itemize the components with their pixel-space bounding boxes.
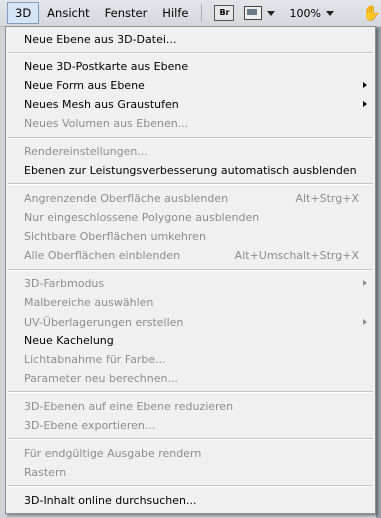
- menu-item-label: Sichtbare Oberflächen umkehren: [24, 230, 206, 243]
- bridge-button[interactable]: Br: [214, 5, 235, 21]
- menu-separator: [8, 52, 373, 54]
- toolbar-separator: [201, 4, 203, 22]
- menu-separator: [8, 183, 373, 185]
- screen-mode-icon[interactable]: [244, 6, 263, 20]
- hand-tool-icon[interactable]: ✋: [362, 4, 381, 22]
- menu-item-label: Lichtabnahme für Farbe...: [24, 353, 166, 366]
- menu-item-label: Nur eingeschlossene Polygone ausblenden: [24, 211, 260, 224]
- menu-item-3d-farbmodus[interactable]: 3D-Farbmodus: [6, 274, 375, 293]
- menu-item-label: Rastern: [24, 466, 67, 479]
- menu-item-label: Neue Ebene aus 3D-Datei...: [24, 33, 177, 46]
- menu-item-rastern[interactable]: Rastern: [6, 463, 375, 482]
- workspace-background: [376, 27, 381, 518]
- menu-item-label: Ebenen zur Leistungsverbesserung automat…: [24, 164, 357, 177]
- menu-item-malbereiche-auswaehlen[interactable]: Malbereiche auswählen: [6, 293, 375, 312]
- menu-item-label: 3D-Ebene exportieren...: [24, 419, 156, 432]
- menu-item-3d-inhalt-online-durchsuchen[interactable]: 3D-Inhalt online durchsuchen...: [6, 491, 375, 510]
- menu-item-uv-ueberlagerungen-erstellen[interactable]: UV-Überlagerungen erstellen: [6, 313, 375, 332]
- menu-item-3d-ebenen-reduzieren[interactable]: 3D-Ebenen auf eine Ebene reduzieren: [6, 397, 375, 416]
- menu-item-nur-eingeschlossene-polygone[interactable]: Nur eingeschlossene Polygone ausblenden: [6, 208, 375, 227]
- menu-item-alle-oberflaechen-einblenden[interactable]: Alle Oberflächen einblenden Alt+Umschalt+…: [6, 246, 375, 265]
- menu-item-label: Rendereinstellungen...: [24, 145, 148, 158]
- menu-item-sichtbare-oberflaechen-umkehren[interactable]: Sichtbare Oberflächen umkehren: [6, 227, 375, 246]
- menu-3d[interactable]: 3D: [7, 2, 40, 24]
- menu-ansicht[interactable]: Ansicht: [40, 2, 96, 24]
- menu-item-neues-volumen-aus-ebenen[interactable]: Neues Volumen aus Ebenen...: [6, 114, 375, 133]
- menu-item-shortcut: Alt+Umschalt+Strg+X: [234, 249, 359, 262]
- submenu-arrow-icon: [363, 319, 367, 325]
- menu-item-label: Für endgültige Ausgabe rendern: [24, 447, 202, 460]
- zoom-dropdown-icon[interactable]: [325, 10, 334, 16]
- menu-item-label: Parameter neu berechnen...: [24, 372, 178, 385]
- menu-item-label: Neues Volumen aus Ebenen...: [24, 117, 189, 130]
- menu-bar: 3D Ansicht Fenster Hilfe Br 100% ✋: [0, 0, 381, 27]
- menu-item-neue-form-aus-ebene[interactable]: Neue Form aus Ebene: [6, 76, 375, 95]
- menu-separator: [8, 137, 373, 139]
- menu-item-neue-3d-postkarte[interactable]: Neue 3D-Postkarte aus Ebene: [6, 57, 375, 76]
- menu-item-label: Neue 3D-Postkarte aus Ebene: [24, 60, 189, 73]
- zoom-level[interactable]: 100%: [289, 7, 320, 20]
- menu-separator: [8, 269, 373, 271]
- 3d-dropdown-menu: Neue Ebene aus 3D-Datei... Neue 3D-Postk…: [5, 26, 376, 514]
- menu-item-angrenzende-oberflaeche-ausblenden[interactable]: Angrenzende Oberfläche ausblenden Alt+Str…: [6, 189, 375, 208]
- menu-item-label: 3D-Ebenen auf eine Ebene reduzieren: [24, 400, 234, 413]
- menu-item-shortcut: Alt+Strg+X: [295, 192, 359, 205]
- menu-item-3d-ebene-exportieren[interactable]: 3D-Ebene exportieren...: [6, 416, 375, 435]
- menu-item-rendereinstellungen[interactable]: Rendereinstellungen...: [6, 142, 375, 161]
- menu-item-fuer-endgueltige-ausgabe-rendern[interactable]: Für endgültige Ausgabe rendern: [6, 444, 375, 463]
- menu-item-parameter-neu-berechnen[interactable]: Parameter neu berechnen...: [6, 369, 375, 388]
- menu-item-neue-ebene-aus-3d-datei[interactable]: Neue Ebene aus 3D-Datei...: [6, 30, 375, 49]
- menu-item-label: Neues Mesh aus Graustufen: [24, 98, 179, 111]
- chevron-down-icon[interactable]: [267, 10, 276, 16]
- submenu-arrow-icon: [363, 82, 367, 88]
- menu-item-label: Neue Form aus Ebene: [24, 79, 145, 92]
- menu-separator: [8, 438, 373, 440]
- menu-item-ebenen-automatisch-ausblenden[interactable]: Ebenen zur Leistungsverbesserung automat…: [6, 161, 375, 180]
- menu-item-label: Malbereiche auswählen: [24, 296, 154, 309]
- menu-item-label: Angrenzende Oberfläche ausblenden: [24, 192, 229, 205]
- menu-separator: [8, 391, 373, 393]
- menu-item-neues-mesh-aus-graustufen[interactable]: Neues Mesh aus Graustufen: [6, 95, 375, 114]
- submenu-arrow-icon: [363, 101, 367, 107]
- submenu-arrow-icon: [363, 280, 367, 286]
- menu-item-label: Alle Oberflächen einblenden: [24, 249, 181, 262]
- menu-item-neue-kachelung[interactable]: Neue Kachelung: [6, 331, 375, 350]
- menu-fenster[interactable]: Fenster: [98, 2, 155, 24]
- menu-hilfe[interactable]: Hilfe: [155, 2, 195, 24]
- menu-item-label: 3D-Inhalt online durchsuchen...: [24, 494, 197, 507]
- menu-item-label: 3D-Farbmodus: [24, 277, 105, 290]
- menu-separator: [8, 485, 373, 487]
- menu-item-label: UV-Überlagerungen erstellen: [24, 316, 184, 329]
- menu-item-label: Neue Kachelung: [24, 334, 114, 347]
- menu-item-lichtabnahme-fuer-farbe[interactable]: Lichtabnahme für Farbe...: [6, 350, 375, 369]
